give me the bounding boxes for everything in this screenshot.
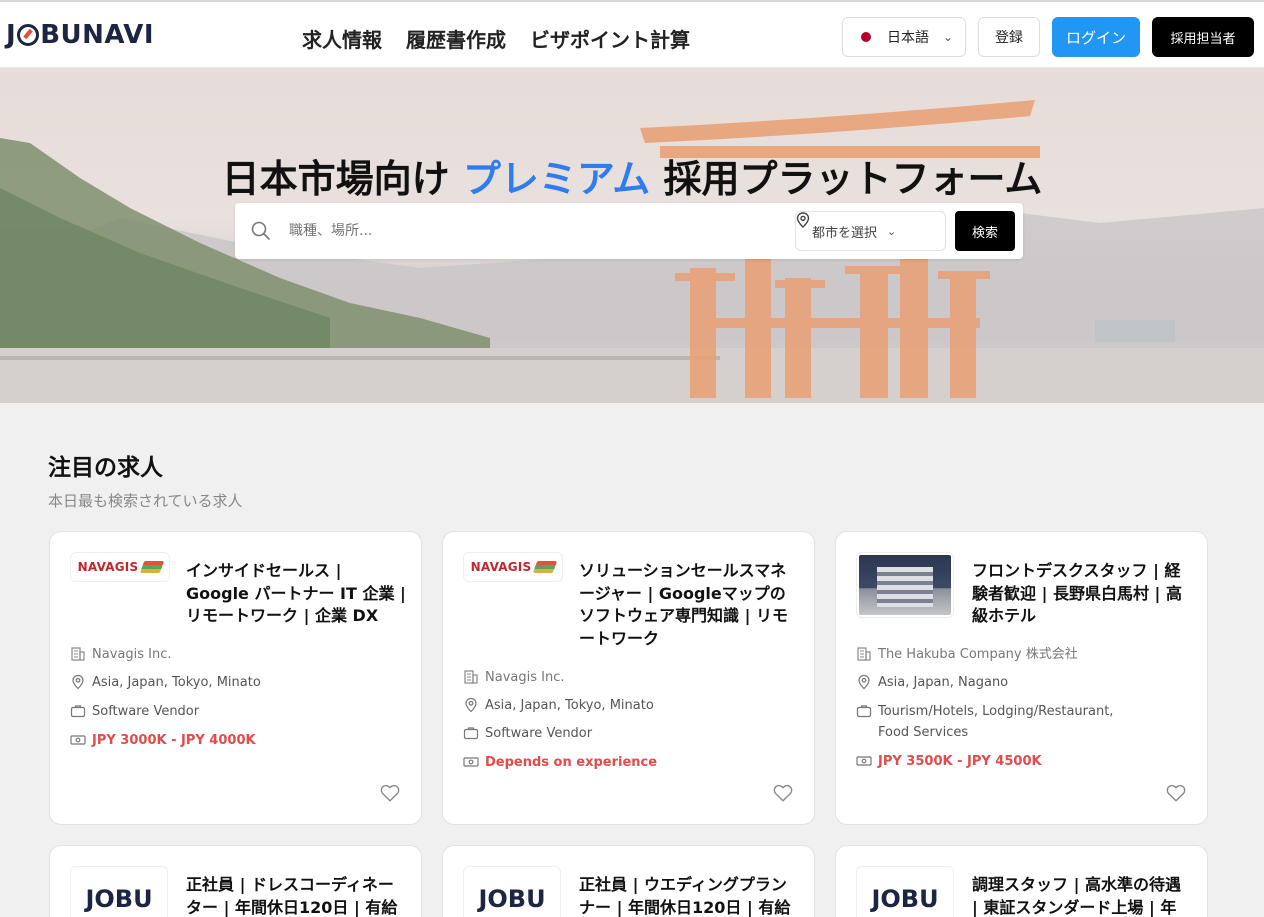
language-label: 日本語 bbox=[887, 30, 929, 46]
job-salary-text: JPY 3000K - JPY 4000K bbox=[92, 733, 256, 748]
job-title[interactable]: 正社員 | ドレスコーディネーター | 年間休日120日 | 有給 bbox=[186, 874, 406, 917]
job-salary-text: JPY 3500K - JPY 4500K bbox=[878, 754, 1042, 769]
map-pin-icon bbox=[72, 674, 84, 690]
job-card[interactable]: JOBU 調理スタッフ | 高水準の待遇 | 東証スタンダード上場 | 年 bbox=[835, 845, 1208, 917]
company-logo-text: NAVAGIS bbox=[77, 560, 139, 574]
company-name-text: Navagis Inc. bbox=[485, 670, 565, 685]
job-salary: JPY 3000K - JPY 4000K bbox=[70, 730, 400, 751]
company-name: Navagis Inc. bbox=[463, 667, 793, 688]
job-location: Asia, Japan, Nagano bbox=[856, 672, 1186, 693]
job-industry-text: Software Vendor bbox=[485, 726, 593, 741]
company-logo bbox=[856, 552, 954, 618]
hero-title: 日本市場向け プレミアム 採用プラットフォーム bbox=[0, 148, 1264, 203]
search-icon bbox=[251, 221, 271, 241]
job-location-text: Asia, Japan, Nagano bbox=[878, 675, 1009, 690]
job-title[interactable]: フロントデスクスタッフ | 経験者歓迎 | 長野県白馬村 | 高級ホテル bbox=[972, 560, 1192, 628]
hero-banner: 日本市場向け プレミアム 採用プラットフォーム 都市を選択 ⌄ 検索 bbox=[0, 68, 1264, 403]
job-card[interactable]: NAVAGIS インサイドセールス | Google パートナー IT 企業 |… bbox=[49, 531, 422, 825]
job-industry: Tourism/Hotels, Lodging/Restaurant, Food… bbox=[856, 701, 1146, 743]
company-logo: JOBU bbox=[70, 866, 168, 917]
login-button[interactable]: ログイン bbox=[1052, 17, 1140, 57]
map-pin-icon bbox=[796, 212, 810, 228]
language-selector[interactable]: 日本語 ⌄ bbox=[842, 17, 966, 57]
job-salary: Depends on experience bbox=[463, 752, 793, 773]
job-salary-text: Depends on experience bbox=[485, 755, 658, 770]
recruiter-button[interactable]: 採用担当者 bbox=[1152, 17, 1254, 57]
job-title[interactable]: ソリューションセールスマネージャー | Googleマップのソフトウェア専門知識… bbox=[579, 560, 799, 650]
main-nav: 求人情報 履歴書作成 ビザポイント計算 bbox=[302, 24, 690, 53]
company-logo-text: NAVAGIS bbox=[470, 560, 532, 574]
building-icon bbox=[71, 647, 85, 661]
job-location-text: Asia, Japan, Tokyo, Minato bbox=[92, 675, 261, 690]
job-industry-text: Tourism/Hotels, Lodging/Restaurant, Food… bbox=[878, 704, 1114, 740]
building-icon bbox=[464, 670, 478, 684]
job-industry: Software Vendor bbox=[463, 723, 793, 744]
site-header: J BUNAVI 求人情報 履歴書作成 ビザポイント計算 日本語 ⌄ 登録 ログイ… bbox=[0, 0, 1264, 68]
job-title[interactable]: 調理スタッフ | 高水準の待遇 | 東証スタンダード上場 | 年 bbox=[972, 874, 1192, 917]
job-card[interactable]: JOBU 正社員 | ウエディングプランナー | 年間休日120日 | 有給 bbox=[442, 845, 815, 917]
city-selector[interactable]: 都市を選択 ⌄ bbox=[795, 211, 946, 251]
nav-visa-points[interactable]: ビザポイント計算 bbox=[530, 24, 690, 53]
heart-icon[interactable] bbox=[379, 782, 401, 804]
job-card[interactable]: NAVAGIS ソリューションセールスマネージャー | Googleマップのソフ… bbox=[442, 531, 815, 825]
map-pin-icon bbox=[465, 697, 477, 713]
hero-title-suffix: 採用プラットフォーム bbox=[650, 157, 1043, 201]
search-bar: 都市を選択 ⌄ 検索 bbox=[235, 203, 1023, 259]
job-location-text: Asia, Japan, Tokyo, Minato bbox=[485, 698, 654, 713]
chevron-down-icon: ⌄ bbox=[943, 30, 954, 44]
company-logo: NAVAGIS bbox=[70, 552, 170, 582]
stack-icon bbox=[533, 561, 558, 573]
section-title: 注目の求人 bbox=[48, 455, 163, 481]
briefcase-icon bbox=[856, 705, 872, 718]
register-button[interactable]: 登録 bbox=[978, 17, 1040, 57]
money-icon bbox=[856, 756, 872, 766]
building-icon bbox=[857, 647, 871, 661]
job-card[interactable]: JOBU 正社員 | ドレスコーディネーター | 年間休日120日 | 有給 bbox=[49, 845, 422, 917]
nav-jobs[interactable]: 求人情報 bbox=[302, 24, 382, 53]
job-industry-text: Software Vendor bbox=[92, 704, 200, 719]
job-location: Asia, Japan, Tokyo, Minato bbox=[70, 672, 400, 693]
company-name: The Hakuba Company 株式会社 bbox=[856, 644, 1186, 665]
city-label: 都市を選択 bbox=[812, 225, 878, 241]
company-name: Navagis Inc. bbox=[70, 644, 400, 665]
company-logo: NAVAGIS bbox=[463, 552, 563, 582]
compass-icon bbox=[17, 24, 40, 46]
job-title[interactable]: 正社員 | ウエディングプランナー | 年間休日120日 | 有給 bbox=[579, 874, 799, 917]
briefcase-icon bbox=[463, 727, 479, 740]
hero-title-prefix: 日本市場向け bbox=[221, 157, 463, 201]
heart-icon[interactable] bbox=[772, 782, 794, 804]
company-logo: JOBU bbox=[463, 866, 561, 917]
company-name-text: The Hakuba Company 株式会社 bbox=[878, 647, 1078, 662]
company-logo: JOBU bbox=[856, 866, 954, 917]
search-input[interactable] bbox=[289, 217, 769, 245]
job-card[interactable]: フロントデスクスタッフ | 経験者歓迎 | 長野県白馬村 | 高級ホテル The… bbox=[835, 531, 1208, 825]
job-location: Asia, Japan, Tokyo, Minato bbox=[463, 695, 793, 716]
briefcase-icon bbox=[70, 705, 86, 718]
heart-icon[interactable] bbox=[1165, 782, 1187, 804]
company-logo-text: JOBU bbox=[871, 885, 939, 913]
job-salary: JPY 3500K - JPY 4500K bbox=[856, 751, 1186, 772]
search-button[interactable]: 検索 bbox=[955, 211, 1015, 251]
hero-title-accent: プレミアム bbox=[462, 157, 651, 201]
money-icon bbox=[70, 735, 86, 745]
section-subtitle: 本日最も検索されている求人 bbox=[48, 492, 243, 510]
japan-flag-icon bbox=[861, 32, 871, 42]
company-logo-text: JOBU bbox=[85, 885, 153, 913]
stack-icon bbox=[140, 561, 165, 573]
hotel-photo bbox=[859, 555, 951, 615]
company-logo-text: JOBU bbox=[478, 885, 546, 913]
chevron-down-icon: ⌄ bbox=[887, 224, 897, 238]
money-icon bbox=[463, 757, 479, 767]
company-name-text: Navagis Inc. bbox=[92, 647, 172, 662]
job-industry: Software Vendor bbox=[70, 701, 400, 722]
nav-resume[interactable]: 履歴書作成 bbox=[406, 24, 506, 53]
map-pin-icon bbox=[858, 674, 870, 690]
site-logo[interactable]: J BUNAVI bbox=[6, 20, 154, 50]
job-title[interactable]: インサイドセールス | Google パートナー IT 企業 | リモートワーク… bbox=[186, 560, 406, 628]
